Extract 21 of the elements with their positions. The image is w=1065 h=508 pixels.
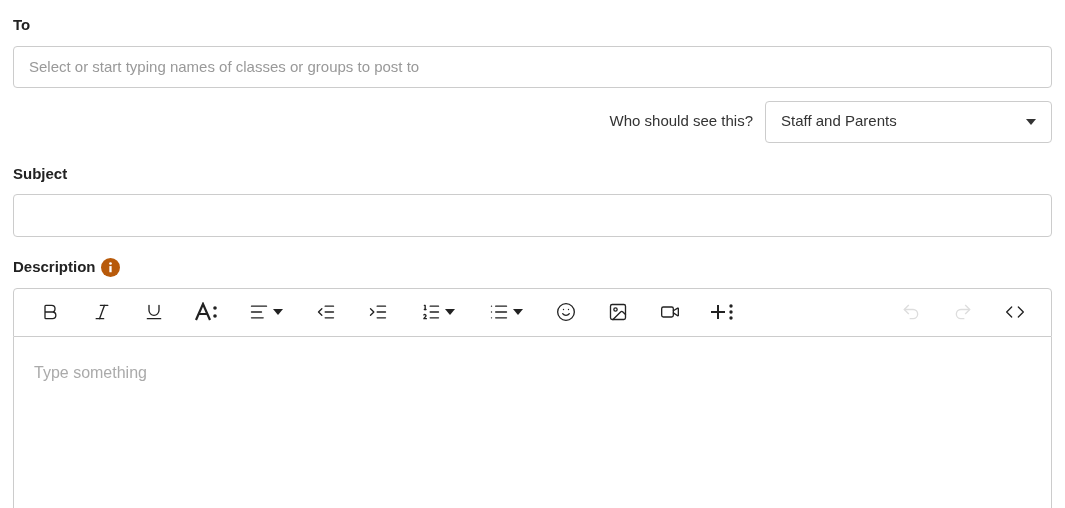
audience-dropdown[interactable]: Staff and Parents bbox=[765, 100, 1052, 143]
caret-icon bbox=[1026, 118, 1036, 125]
description-label: Description bbox=[13, 257, 96, 277]
redo-icon bbox=[953, 302, 973, 322]
subject-label: Subject bbox=[13, 163, 69, 184]
smiley-icon bbox=[556, 302, 576, 322]
info-icon[interactable] bbox=[100, 257, 120, 277]
plus-icon bbox=[710, 302, 734, 322]
numbered-list-icon bbox=[421, 302, 441, 322]
caret-icon bbox=[513, 309, 523, 315]
audience-label: Who should see this? bbox=[609, 111, 753, 132]
image-icon bbox=[608, 302, 628, 322]
caret-icon bbox=[273, 309, 283, 315]
subject-field[interactable] bbox=[13, 194, 1052, 237]
to-field[interactable]: Select or start typing names of classes or groups to post to bbox=[13, 45, 1052, 88]
undo-icon bbox=[901, 302, 921, 322]
description-field[interactable]: Type something bbox=[13, 336, 1052, 508]
font-size-icon bbox=[194, 302, 218, 322]
to-label: To bbox=[13, 15, 32, 35]
caret-icon bbox=[445, 309, 455, 315]
underline-icon bbox=[144, 302, 164, 322]
